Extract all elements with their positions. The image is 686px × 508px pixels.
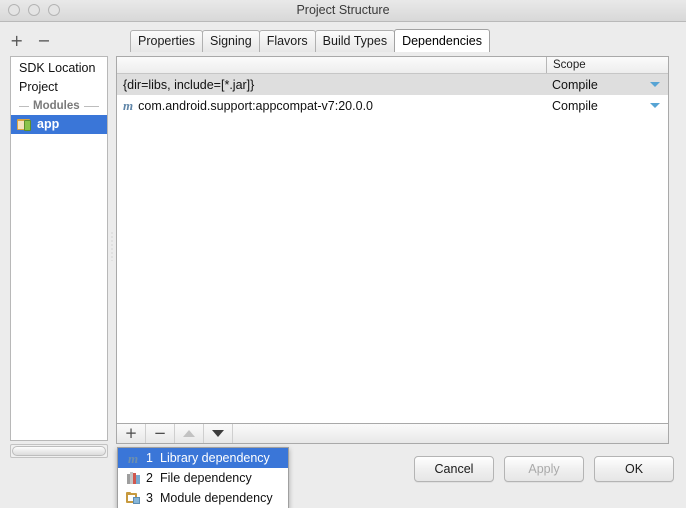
remove-module-button[interactable]: − (37, 33, 50, 49)
apply-button: Apply (504, 456, 584, 482)
sidebar-panel: SDK Location Project Modules app (10, 56, 108, 441)
add-module-button[interactable]: + (10, 33, 23, 49)
table-header-row: Scope (117, 57, 668, 74)
dependencies-table: Scope {dir=libs, include=[*.jar]} Compil… (116, 56, 669, 424)
menu-item-file-dependency[interactable]: 2 File dependency (118, 468, 288, 488)
arrow-down-icon (212, 430, 224, 437)
title-bar: Project Structure (0, 0, 686, 22)
tab-signing[interactable]: Signing (201, 30, 260, 52)
move-up-button[interactable] (175, 424, 204, 443)
window-title: Project Structure (296, 3, 390, 17)
sidebar-item-project[interactable]: Project (11, 78, 107, 97)
chevron-down-icon[interactable] (650, 103, 660, 108)
menu-item-label: Module dependency (160, 491, 273, 505)
ok-button[interactable]: OK (594, 456, 674, 482)
menu-item-number: 3 (146, 491, 153, 505)
chevron-down-icon[interactable] (650, 82, 660, 87)
table-row[interactable]: m com.android.support:appcompat-v7:20.0.… (117, 95, 668, 116)
panel-splitter[interactable] (109, 56, 115, 441)
sidebar-item-label: app (37, 117, 60, 131)
tab-dependencies[interactable]: Dependencies (394, 29, 490, 52)
scope-value-label: Compile (552, 98, 598, 113)
sidebar-list: SDK Location Project Modules app (11, 57, 107, 134)
maven-m-icon: m (127, 450, 139, 466)
dependency-name-cell: m com.android.support:appcompat-v7:20.0.… (117, 99, 546, 113)
tab-properties[interactable]: Properties (130, 30, 203, 52)
dialog-button-bar: Cancel Apply OK (414, 456, 674, 482)
dependency-name-label: {dir=libs, include=[*.jar]} (123, 77, 255, 92)
sidebar-separator-modules: Modules (11, 97, 107, 115)
scrollbar-thumb[interactable] (12, 446, 106, 456)
tab-build-types[interactable]: Build Types (314, 30, 396, 52)
separator-rule-right (83, 105, 99, 107)
sidebar-item-sdk-location[interactable]: SDK Location (11, 59, 107, 78)
dependency-name-cell: {dir=libs, include=[*.jar]} (117, 78, 546, 92)
sidebar-horizontal-scrollbar[interactable] (10, 444, 108, 458)
remove-dependency-button[interactable]: − (146, 424, 175, 443)
menu-item-module-dependency[interactable]: 3 Module dependency (118, 488, 288, 508)
dependency-scope-cell[interactable]: Compile (546, 78, 668, 92)
cancel-button[interactable]: Cancel (414, 456, 494, 482)
sidebar-toolbar: + − (10, 30, 105, 52)
maven-m-icon: m (123, 98, 134, 113)
scope-value-label: Compile (552, 77, 598, 92)
splitter-grip-icon (111, 231, 113, 261)
window-bottom-chrome (0, 490, 686, 508)
column-header-name[interactable] (117, 57, 546, 73)
dependencies-toolbar: + − (116, 424, 669, 444)
menu-item-number: 2 (146, 471, 153, 485)
project-structure-window: Project Structure + − Properties Signing… (0, 0, 686, 508)
tab-flavors[interactable]: Flavors (258, 30, 316, 52)
move-down-button[interactable] (204, 424, 233, 443)
sidebar-item-app[interactable]: app (11, 115, 107, 134)
menu-item-number: 1 (146, 451, 153, 465)
menu-item-label: File dependency (160, 471, 252, 485)
menu-item-library-dependency[interactable]: m 1 Library dependency (118, 448, 288, 468)
add-dependency-popup-menu: m 1 Library dependency 2 File dependency… (117, 447, 289, 508)
books-icon (125, 471, 141, 485)
add-dependency-button[interactable]: + (117, 424, 146, 443)
folder-module-icon (125, 491, 141, 505)
column-header-scope[interactable]: Scope (546, 57, 668, 73)
separator-rule-left (19, 105, 29, 107)
sidebar-separator-label: Modules (33, 100, 80, 112)
dependency-name-label: com.android.support:appcompat-v7:20.0.0 (138, 98, 373, 113)
arrow-up-icon (183, 430, 195, 437)
tab-bar: Properties Signing Flavors Build Types D… (130, 29, 490, 52)
table-row[interactable]: {dir=libs, include=[*.jar]} Compile (117, 74, 668, 95)
menu-item-label: Library dependency (160, 451, 270, 465)
module-icon (17, 118, 32, 131)
dependency-scope-cell[interactable]: Compile (546, 99, 668, 113)
